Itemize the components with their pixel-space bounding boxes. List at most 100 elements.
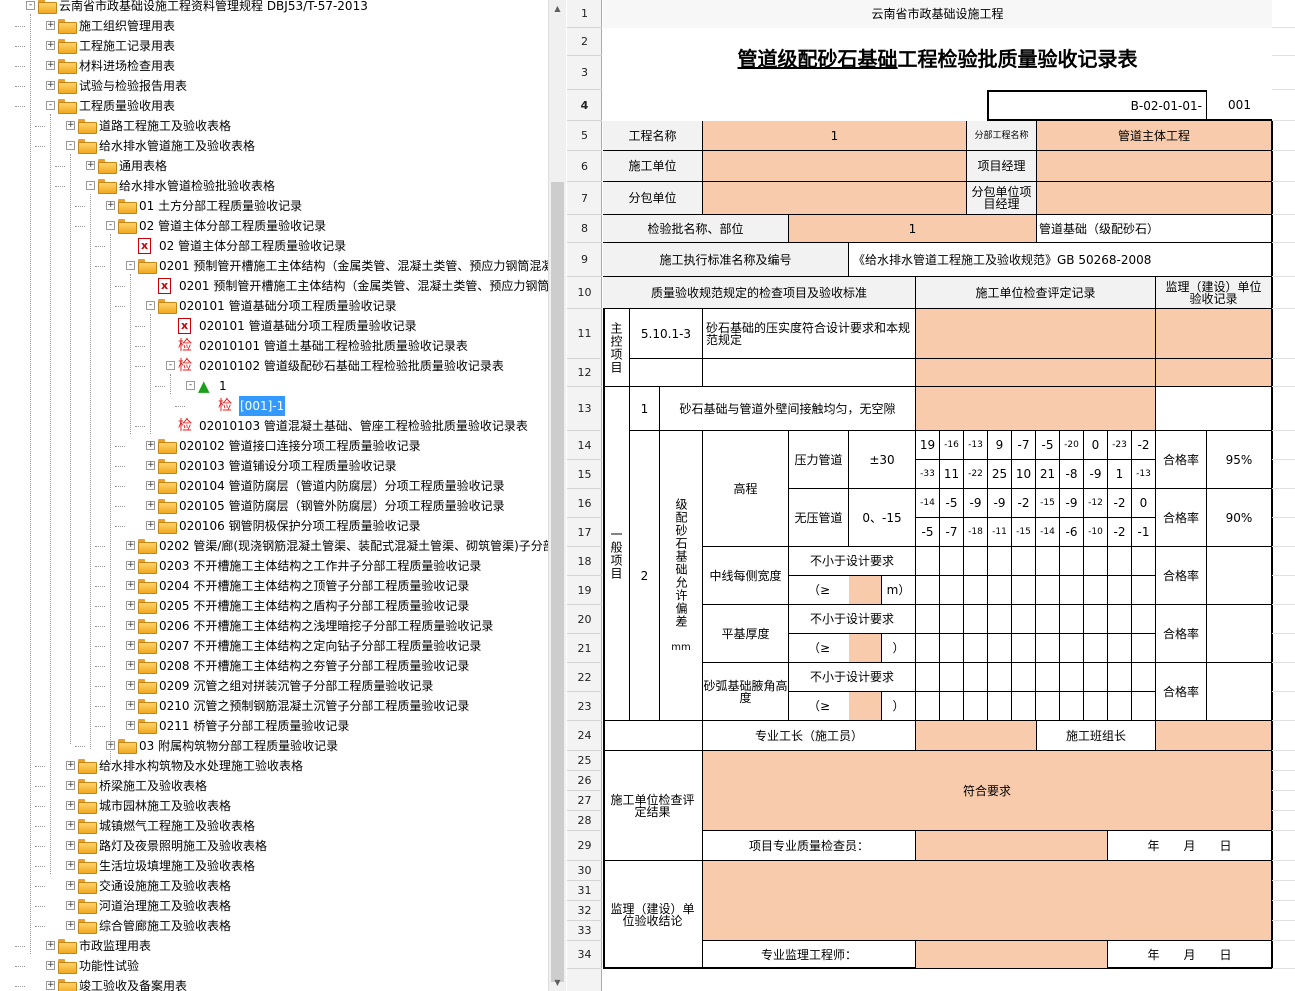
measured-value[interactable]	[1012, 663, 1036, 692]
expand-icon[interactable]: +	[66, 761, 75, 770]
measured-value[interactable]: -6	[1060, 518, 1084, 547]
measured-value[interactable]: -8	[1060, 460, 1084, 489]
tree-node-label[interactable]: 给水排水管道施工及验收表格	[99, 136, 255, 156]
measured-value[interactable]	[1012, 634, 1036, 663]
row-header[interactable]: 20	[567, 605, 602, 634]
tree-node[interactable]: +020104 管道防腐层（管道内防腐层）分项工程质量验收记录	[0, 476, 548, 496]
measured-value[interactable]	[988, 605, 1012, 634]
row-header[interactable]: 6	[567, 151, 602, 182]
tree-node[interactable]: + 通用表格	[0, 156, 548, 176]
label-subcontractor[interactable]: 分包单位	[603, 182, 703, 215]
collapse-icon[interactable]: -	[106, 221, 115, 230]
value-batch-name[interactable]: 管道基础（级配砂石）	[1037, 215, 1272, 243]
tree-node-label[interactable]: 市政监理用表	[79, 936, 151, 956]
ge-sign[interactable]: （≥	[789, 576, 849, 605]
blank-cell[interactable]	[1272, 791, 1295, 811]
tree-node[interactable]: +0204 不开槽施工主体结构之顶管子分部工程质量验收记录	[0, 576, 548, 596]
header-supervisor[interactable]: 监理（建设）单位验收记录	[1156, 277, 1272, 309]
row-header[interactable]: 7	[567, 182, 602, 215]
measured-value[interactable]	[1060, 634, 1084, 663]
row-header[interactable]: 27	[567, 791, 602, 811]
row-header[interactable]: 21	[567, 634, 602, 663]
measured-value[interactable]: -13	[1132, 460, 1156, 489]
expand-icon[interactable]: +	[126, 681, 135, 690]
expand-icon[interactable]: +	[126, 541, 135, 550]
expand-icon[interactable]: +	[66, 821, 75, 830]
collapse-icon[interactable]: -	[26, 1, 35, 10]
measured-value[interactable]	[1060, 547, 1084, 576]
blank-cell[interactable]	[1272, 215, 1295, 243]
tree-node[interactable]: 检 02010103 管道混凝土基础、管座工程检验批质量验收记录表	[0, 416, 548, 436]
blank-cell[interactable]	[1272, 387, 1295, 431]
measured-value[interactable]: -2	[1108, 518, 1132, 547]
tree-node[interactable]: +0209 沉管之组对拼装沉管子分部工程质量验收记录	[0, 676, 548, 696]
label-qc-inspector[interactable]: 项目专业质量检查员：	[703, 831, 916, 861]
tree-node-label[interactable]: 材料进场检查用表	[79, 56, 175, 76]
measured-value[interactable]	[1060, 692, 1084, 721]
expand-icon[interactable]: +	[46, 961, 55, 970]
measured-value[interactable]: 21	[1036, 460, 1060, 489]
blank-cell[interactable]	[1272, 751, 1295, 771]
measured-value[interactable]: -12	[1084, 489, 1108, 518]
general-1-record[interactable]	[916, 387, 1156, 431]
measured-value[interactable]	[964, 547, 988, 576]
blank-cell[interactable]	[1272, 861, 1295, 881]
ge-sign[interactable]: （≥	[789, 634, 849, 663]
measured-value[interactable]	[988, 692, 1012, 721]
tree-node-label[interactable]: 通用表格	[119, 156, 167, 176]
measured-value[interactable]: -2	[1132, 431, 1156, 460]
measured-value[interactable]	[1108, 547, 1132, 576]
project-tree[interactable]: - 云南省市政基础设施工程资料管理规程 DBJ53/T-57-2013 + 施工组织管…	[0, 0, 566, 991]
measured-value[interactable]: -14	[916, 489, 940, 518]
row-header[interactable]: 25	[567, 751, 602, 771]
tree-node[interactable]: + 河道治理施工及验收表格	[0, 896, 548, 916]
measured-value[interactable]	[916, 576, 940, 605]
label-main-items[interactable]: 主控项目	[603, 309, 630, 387]
measured-value[interactable]	[1036, 605, 1060, 634]
tree-node-label[interactable]: 03 附属构筑物分部工程质量验收记录	[139, 736, 338, 756]
row-header[interactable]: 16	[567, 489, 602, 518]
blank-cell[interactable]	[1272, 881, 1295, 901]
measured-value[interactable]	[940, 634, 964, 663]
label-supervisor-result[interactable]: 监理（建设）单位验收结论	[603, 861, 703, 969]
unit-paren[interactable]: m）	[882, 576, 916, 605]
measured-value[interactable]	[964, 605, 988, 634]
tree-node[interactable]: + 给水排水构筑物及水处理施工验收表格	[0, 756, 548, 776]
measured-value[interactable]: -1	[1132, 518, 1156, 547]
form-title[interactable]: 管道级配砂石基础 工程检验批质量验收记录表	[603, 28, 1272, 90]
measured-value[interactable]	[988, 576, 1012, 605]
label-elevation[interactable]: 高程	[703, 431, 789, 547]
tree-node[interactable]: 检 02010101 管道土基础工程检验批质量验收记录表	[0, 336, 548, 356]
scroll-down-icon[interactable]: ▼	[549, 974, 566, 991]
tree-node[interactable]: +0207 不开槽施工主体结构之定向钻子分部工程质量验收记录	[0, 636, 548, 656]
measured-value[interactable]	[988, 547, 1012, 576]
measured-value[interactable]	[1108, 634, 1132, 663]
label-contractor[interactable]: 施工单位	[603, 151, 703, 182]
expand-icon[interactable]: +	[46, 41, 55, 50]
measured-value[interactable]: -16	[940, 431, 964, 460]
label-team-leader[interactable]: 施工班组长	[1037, 721, 1156, 751]
tree-node-label[interactable]: 020105 管道防腐层（钢管外防腐层）分项工程质量验收记录	[179, 496, 505, 516]
tree-node-label[interactable]: 0208 不开槽施工主体结构之夯管子分部工程质量验收记录	[159, 656, 469, 676]
measured-value[interactable]: -5	[1036, 431, 1060, 460]
tree-node[interactable]: + 生活垃圾填埋施工及验收表格	[0, 856, 548, 876]
blank-cell[interactable]	[1272, 489, 1295, 518]
row-header[interactable]: 11	[567, 309, 602, 359]
measured-value[interactable]: -11	[988, 518, 1012, 547]
expand-icon[interactable]: +	[46, 21, 55, 30]
tree-node[interactable]: - 020101 管道基础分项工程质量验收记录	[0, 296, 548, 316]
tree-node-label[interactable]: 城镇燃气工程施工及验收表格	[99, 816, 255, 836]
main-text[interactable]: 砂石基础的压实度符合设计要求和本规范规定	[703, 309, 916, 359]
tree-node-label[interactable]: 0209 沉管之组对拼装沉管子分部工程质量验收记录	[159, 676, 433, 696]
pass-rate-value[interactable]	[1207, 663, 1272, 721]
collapse-icon[interactable]: -	[46, 101, 55, 110]
blank-cell[interactable]	[1272, 121, 1295, 151]
general-1-supervisor[interactable]	[1156, 387, 1272, 431]
expand-icon[interactable]: +	[86, 161, 95, 170]
measured-value[interactable]: -22	[964, 460, 988, 489]
tree-node[interactable]: +0211 桥管子分部工程质量验收记录	[0, 716, 548, 736]
pass-rate-2[interactable]: 90%	[1207, 489, 1272, 547]
blank-cell[interactable]	[1272, 518, 1295, 547]
tree-node[interactable]: - 02 管道主体分部工程质量验收记录	[0, 216, 548, 236]
tree-node[interactable]: +0208 不开槽施工主体结构之夯管子分部工程质量验收记录	[0, 656, 548, 676]
